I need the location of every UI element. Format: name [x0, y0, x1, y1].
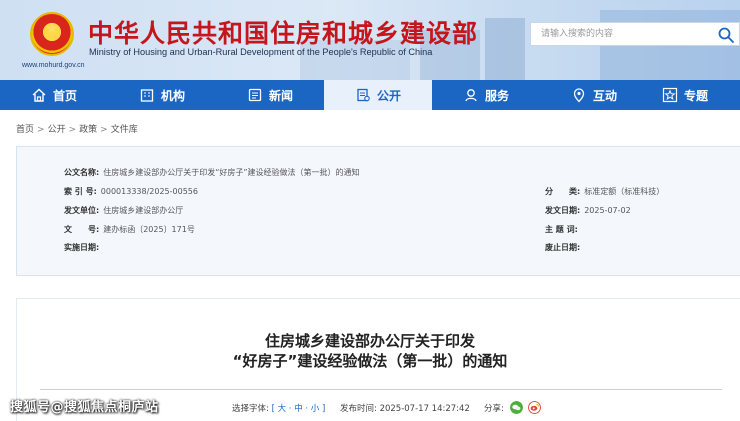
meta-value: 标准定额（标准科技）	[584, 187, 665, 196]
nav-home[interactable]: 首页	[0, 80, 108, 110]
breadcrumb-separator: >	[37, 125, 45, 135]
document-meta-box: 公文名称: 住房城乡建设部办公厅关于印发“好房子”建设经验做法（第一批）的通知 索…	[16, 146, 740, 276]
article-divider	[40, 389, 722, 390]
wechat-icon[interactable]	[510, 401, 523, 414]
breadcrumb-separator: >	[68, 125, 77, 135]
nav-news[interactable]: 新闻	[216, 80, 324, 110]
breadcrumb-separator: >	[100, 125, 108, 135]
site-subtitle-en: Ministry of Housing and Urban-Rural Deve…	[89, 47, 433, 57]
meta-index-row: 索 引 号: 000013338/2025-00556	[64, 186, 198, 197]
font-select-label: 选择字体:	[232, 404, 269, 414]
meta-date-row: 发文日期: 2025-07-02	[545, 205, 631, 216]
site-url: www.mohurd.gov.cn	[22, 62, 85, 69]
publish-time: 2025-07-17 14:27:42	[379, 404, 470, 414]
search-icon[interactable]	[717, 26, 735, 44]
nav-label: 互动	[592, 88, 617, 103]
main-nav: 首页 机构 新闻 公开 服务 互动 专题	[0, 80, 740, 110]
meta-expire-row: 废止日期:	[545, 242, 584, 253]
nav-topics[interactable]: 专题	[648, 80, 740, 110]
publish-info: 发布时间: 2025-07-17 14:27:42	[340, 402, 470, 414]
nav-public[interactable]: 公开	[324, 80, 432, 110]
nav-label: 公开	[376, 88, 401, 103]
news-icon	[248, 88, 262, 102]
service-icon	[465, 89, 477, 102]
meta-value: 建办标函〔2025〕171号	[103, 225, 195, 234]
building-icon	[140, 89, 154, 102]
meta-label: 主 题 词:	[545, 225, 578, 234]
meta-label: 文 号:	[64, 225, 100, 234]
nav-label: 专题	[684, 88, 709, 103]
publish-label: 发布时间:	[340, 404, 377, 414]
font-size-selector: 选择字体: [ 大 · 中 · 小 ]	[232, 402, 325, 414]
meta-value: 住房城乡建设部办公厅关于印发“好房子”建设经验做法（第一批）的通知	[103, 168, 360, 177]
breadcrumb-home[interactable]: 首页	[16, 125, 34, 135]
share-label: 分享:	[484, 404, 504, 414]
breadcrumb-policy[interactable]: 政策	[79, 125, 97, 135]
nav-label: 首页	[52, 88, 77, 103]
search-input[interactable]	[531, 23, 711, 45]
home-icon	[32, 88, 46, 102]
star-icon	[662, 87, 678, 103]
meta-name-row: 公文名称: 住房城乡建设部办公厅关于印发“好房子”建设经验做法（第一批）的通知	[64, 167, 360, 178]
nav-label: 服务	[484, 88, 509, 103]
nav-org[interactable]: 机构	[108, 80, 216, 110]
meta-keywords-row: 主 题 词:	[545, 224, 582, 235]
breadcrumb: 首页 > 公开 > 政策 > 文件库	[16, 122, 138, 135]
meta-value: 住房城乡建设部办公厅	[103, 206, 184, 215]
nav-interact[interactable]: 互动	[540, 80, 648, 110]
meta-label: 废止日期:	[545, 243, 581, 252]
meta-issuer-row: 发文单位: 住房城乡建设部办公厅	[64, 205, 183, 216]
header-bg-building	[485, 18, 525, 80]
location-icon	[573, 88, 585, 103]
site-title[interactable]: 中华人民共和国住房和城乡建设部	[88, 14, 478, 50]
watermark: 搜狐号@搜狐焦点桐庐站	[10, 400, 159, 415]
meta-label: 实施日期:	[64, 243, 100, 252]
national-emblem-icon[interactable]: ★	[30, 12, 74, 56]
nav-label: 新闻	[268, 88, 293, 103]
article-title-line1: 住房城乡建设部办公厅关于印发	[264, 332, 475, 350]
document-icon	[357, 88, 370, 102]
meta-label: 分 类:	[545, 187, 581, 196]
search-box	[530, 22, 740, 46]
meta-category-row: 分 类: 标准定额（标准科技）	[545, 186, 664, 197]
site-header: ★ www.mohurd.gov.cn 中华人民共和国住房和城乡建设部 Mini…	[0, 0, 740, 80]
meta-value: 000013338/2025-00556	[100, 187, 198, 196]
nav-label: 机构	[160, 88, 185, 103]
meta-label: 索 引 号:	[64, 187, 97, 196]
meta-value: 2025-07-02	[584, 206, 631, 215]
article-title-line2: “好房子”建设经验做法（第一批）的通知	[232, 352, 508, 370]
meta-docno-row: 文 号: 建办标函〔2025〕171号	[64, 224, 195, 235]
breadcrumb-public[interactable]: 公开	[48, 125, 66, 135]
font-size-options[interactable]: [ 大 · 中 · 小 ]	[272, 404, 326, 414]
breadcrumb-library[interactable]: 文件库	[111, 125, 138, 135]
meta-label: 公文名称:	[64, 168, 100, 177]
nav-service[interactable]: 服务	[432, 80, 540, 110]
meta-label: 发文日期:	[545, 206, 581, 215]
weibo-icon[interactable]	[528, 401, 541, 414]
meta-label: 发文单位:	[64, 206, 100, 215]
meta-effective-row: 实施日期:	[64, 242, 103, 253]
